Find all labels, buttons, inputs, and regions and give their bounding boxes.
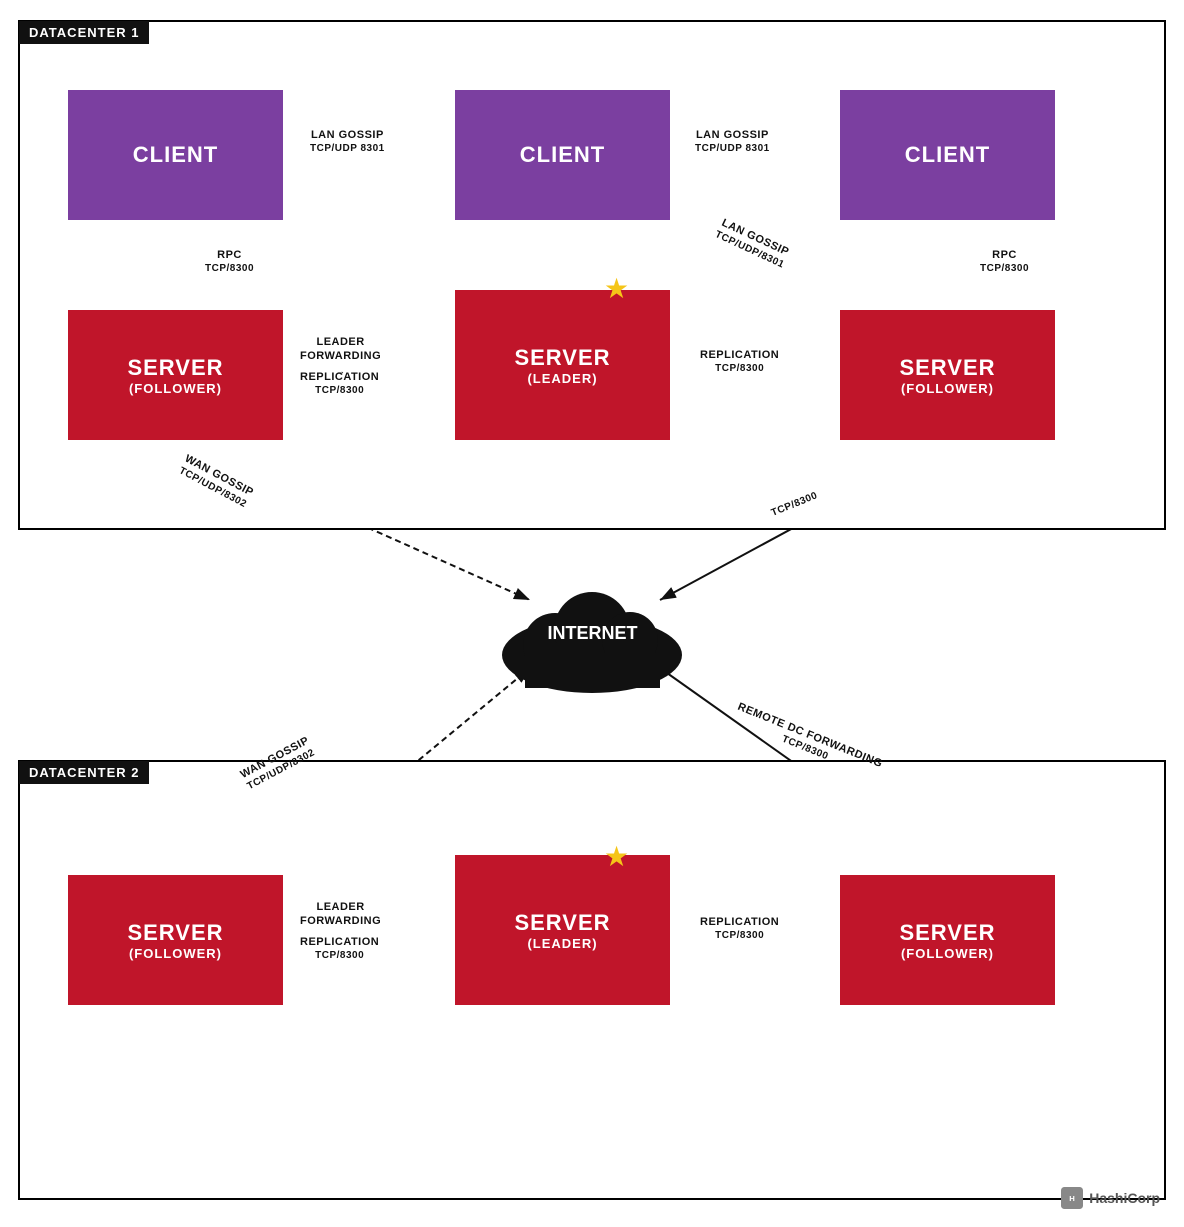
leader-star-dc1: ★ (604, 272, 629, 305)
server3-box: SERVER (FOLLOWER) (840, 310, 1055, 440)
hashicorp-label: HashiCorp (1089, 1190, 1160, 1206)
hashicorp-logo: H HashiCorp (1061, 1187, 1160, 1209)
replication-dc1-left-label: REPLICATION TCP/8300 (300, 370, 379, 397)
server4-box: SERVER (FOLLOWER) (68, 875, 283, 1005)
rpc-left-label: RPC TCP/8300 (205, 248, 254, 275)
main-container: DATACENTER 1 DATACENTER 2 CLIENT CLIENT … (0, 0, 1184, 1227)
internet-cloud: INTERNET (480, 565, 705, 695)
datacenter2-label: DATACENTER 2 (19, 761, 149, 784)
server5-leader-box: SERVER (LEADER) (455, 855, 670, 1005)
replication-dc2-right-label: REPLICATION TCP/8300 (700, 915, 779, 942)
lan-gossip-label-2: LAN GOSSIP TCP/UDP 8301 (695, 128, 770, 155)
hashicorp-icon: H (1061, 1187, 1083, 1209)
svg-text:H: H (1069, 1194, 1075, 1203)
rpc-right-label: RPC TCP/8300 (980, 248, 1029, 275)
replication-dc1-right-label: REPLICATION TCP/8300 (700, 348, 779, 375)
server1-box: SERVER (FOLLOWER) (68, 310, 283, 440)
client2-box: CLIENT (455, 90, 670, 220)
leader-star-dc2: ★ (604, 840, 629, 873)
server2-leader-box: SERVER (LEADER) (455, 290, 670, 440)
lan-gossip-label-1: LAN GOSSIP TCP/UDP 8301 (310, 128, 385, 155)
datacenter1-label: DATACENTER 1 (19, 21, 149, 44)
client3-box: CLIENT (840, 90, 1055, 220)
internet-label: INTERNET (510, 623, 675, 644)
client1-box: CLIENT (68, 90, 283, 220)
leader-forwarding-dc2-label: LEADER FORWARDING (300, 900, 381, 929)
replication-dc2-left-label: REPLICATION TCP/8300 (300, 935, 379, 962)
server6-box: SERVER (FOLLOWER) (840, 875, 1055, 1005)
